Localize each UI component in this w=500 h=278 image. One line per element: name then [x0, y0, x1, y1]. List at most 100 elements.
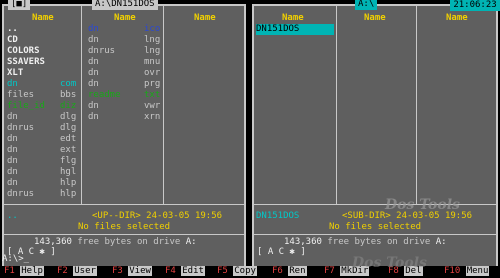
file-entry[interactable]: CD — [7, 35, 18, 46]
file-extension: prg — [144, 79, 161, 89]
attribute-flags[interactable]: [ A C ✱ ] — [256, 247, 307, 258]
fkey-label: Ren — [288, 266, 307, 276]
column-header-name: Name — [446, 13, 468, 23]
file-entry[interactable]: dnrus — [88, 46, 115, 57]
file-entry[interactable]: dn — [88, 68, 99, 79]
file-name: dn — [88, 79, 99, 89]
column-header-name: Name — [32, 13, 54, 23]
file-name: file_id — [7, 101, 45, 111]
panel-window-marker[interactable]: [■] — [8, 0, 31, 10]
left-file-panel[interactable]: [■] A:\DN151DOS Name Name Name .. CD COLOR… — [2, 0, 246, 269]
file-name: dn — [88, 57, 99, 67]
file-entry[interactable]: dnrus — [7, 123, 34, 134]
file-entry[interactable]: dn — [7, 156, 18, 167]
file-entry[interactable]: XLT — [7, 68, 23, 79]
file-entry[interactable]: dn — [88, 112, 99, 123]
right-file-panel[interactable]: A:\ Name Name Name DN151DOS DN151DOS <SU… — [252, 0, 498, 269]
file-entry[interactable]: .. — [7, 24, 18, 35]
file-name: dn — [88, 24, 99, 34]
column-header-name: Name — [194, 13, 216, 23]
file-extension: xrn — [144, 112, 161, 122]
file-extension: edt — [60, 134, 77, 144]
file-name: XLT — [7, 68, 24, 78]
file-extension: hlp — [60, 178, 77, 188]
file-entry[interactable]: COLORS — [7, 46, 40, 57]
file-entry[interactable]: files — [7, 90, 34, 101]
file-entry[interactable]: dnrus — [7, 189, 34, 200]
file-entry[interactable]: SSAVERS — [7, 57, 45, 68]
file-name: dnrus — [7, 123, 35, 133]
file-entry[interactable]: dn — [7, 79, 18, 90]
file-extension: hgl — [60, 167, 77, 177]
command-prompt[interactable]: A:\>_ — [2, 254, 29, 265]
panel-divider — [4, 234, 244, 235]
file-entry[interactable]: dn — [88, 24, 99, 35]
free-space-line: 143,360 free bytes on drive A: — [34, 237, 197, 248]
selection-status: No files selected — [77, 222, 171, 232]
file-name: dnrus — [7, 189, 35, 199]
fkey-menu-button[interactable]: F10 Menu — [444, 266, 490, 277]
file-name: dn — [7, 145, 18, 155]
file-name: dnrus — [88, 46, 116, 56]
current-file-name: .. — [7, 211, 18, 221]
file-extension: vwr — [144, 101, 161, 111]
file-extension: dlg — [60, 112, 77, 122]
column-header-name: Name — [364, 13, 386, 23]
file-entry[interactable]: dn — [7, 167, 18, 178]
file-entry[interactable]: file_id — [7, 101, 45, 112]
file-extension: dlg — [60, 123, 77, 133]
file-entry[interactable]: dn — [7, 145, 18, 156]
fkey-help-button[interactable]: F1 Help — [4, 266, 44, 277]
file-extension: diz — [60, 101, 77, 111]
file-entry[interactable]: dn — [88, 79, 99, 90]
file-extension: txt — [144, 90, 161, 100]
fkey-view-button[interactable]: F3 View — [112, 266, 152, 277]
fkey-number: F7 — [324, 266, 335, 276]
column-divider — [163, 6, 164, 204]
fkey-copy-button[interactable]: F5 Copy — [217, 266, 257, 277]
panel-divider — [4, 204, 244, 205]
watermark-logo: Dos Tools — [385, 197, 460, 213]
file-name: dn — [7, 156, 18, 166]
file-name: dn — [7, 112, 18, 122]
file-extension: ico — [144, 24, 161, 34]
fkey-number: F1 — [4, 266, 15, 276]
file-name: readme — [88, 90, 121, 100]
free-bytes-amount: 143,360 — [284, 237, 322, 247]
file-name: files — [7, 90, 35, 100]
column-divider — [416, 6, 417, 204]
clock: 21:06:23 — [450, 0, 500, 11]
file-extension: mnu — [144, 57, 161, 67]
selection-status: No files selected — [328, 222, 422, 232]
fkey-label: Help — [20, 266, 44, 276]
fkey-ren-button[interactable]: F6 Ren — [272, 266, 307, 277]
file-extension: ext — [60, 145, 77, 155]
current-file-info: <UP--DIR> 24-03-05 19:56 — [92, 211, 223, 221]
file-entry[interactable]: dn — [7, 178, 18, 189]
file-entry[interactable]: dn — [88, 101, 99, 112]
free-bytes-label: free bytes on drive — [77, 237, 181, 247]
fkey-user-button[interactable]: F2 User — [57, 266, 97, 277]
file-name: COLORS — [7, 46, 40, 56]
file-entry[interactable]: dn — [88, 35, 99, 46]
fkey-label: Menu — [465, 266, 490, 276]
file-name: dn — [7, 134, 18, 144]
column-header-name: Name — [282, 13, 304, 23]
file-extension: bbs — [60, 90, 77, 100]
fkey-number: F10 — [444, 266, 461, 276]
file-entry[interactable]: dn — [7, 112, 18, 123]
fkey-number: F6 — [272, 266, 283, 276]
file-name: dn — [7, 178, 18, 188]
fkey-edit-button[interactable]: F4 Edit — [165, 266, 205, 277]
fkey-number: F5 — [217, 266, 228, 276]
file-extension: flg — [60, 156, 77, 166]
current-file-name: DN151DOS — [256, 211, 300, 221]
file-entry[interactable]: readme — [88, 90, 121, 101]
fkey-label: Copy — [233, 266, 257, 276]
file-entry[interactable]: dn — [7, 134, 18, 145]
fkey-number: F2 — [57, 266, 68, 276]
file-entry[interactable]: DN151DOS — [256, 24, 334, 35]
file-entry[interactable]: dn — [88, 57, 99, 68]
fkey-label: Edit — [181, 266, 205, 276]
column-header-name: Name — [114, 13, 136, 23]
